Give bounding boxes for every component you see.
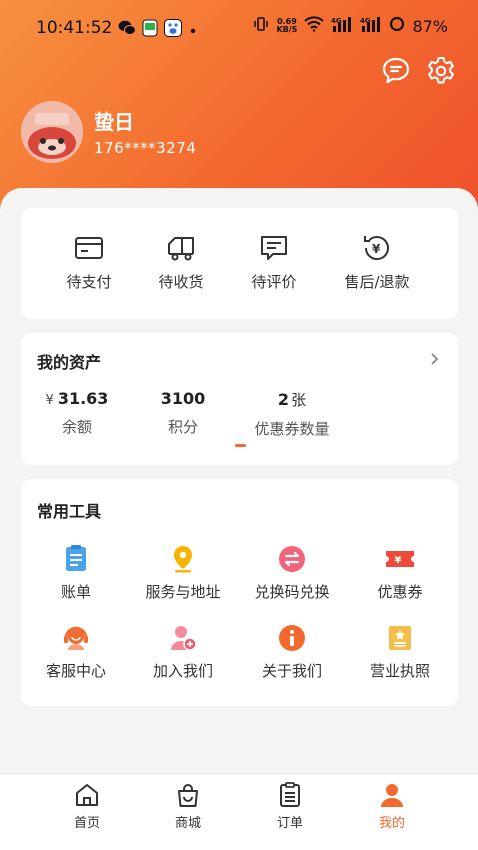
page-indicator <box>235 444 246 447</box>
user-icon <box>381 784 403 807</box>
tool-label: 优惠券 <box>377 583 423 601</box>
license-icon <box>389 626 411 650</box>
shop-bag-icon <box>178 784 198 807</box>
card-icon <box>75 237 103 259</box>
customer-service-icon <box>64 626 88 650</box>
tool-label: 兑换码兑换 <box>254 583 330 601</box>
username: 蛰日 <box>94 110 134 134</box>
settings-gear-icon[interactable] <box>425 55 457 87</box>
order-label: 待评价 <box>251 273 297 291</box>
order-label: 售后/退款 <box>344 273 410 291</box>
tool-customer-service[interactable]: 客服中心 <box>21 624 131 681</box>
tool-label: 客服中心 <box>45 662 106 680</box>
order-pending-payment[interactable]: 待支付 <box>39 234 139 292</box>
chevron-right-icon[interactable] <box>430 351 440 370</box>
asset-points[interactable]: 3100 积分 <box>147 389 219 437</box>
net-speed: 0.69 KB/S <box>276 17 298 34</box>
vibrate-icon <box>253 16 269 36</box>
tool-label: 关于我们 <box>261 662 322 680</box>
order-status-card: 待支付 待收货 待评价 ¥ 售后/退款 <box>21 208 458 319</box>
svg-text:¥: ¥ <box>372 242 381 256</box>
tool-bill[interactable]: 账单 <box>21 545 131 602</box>
nav-home[interactable]: 首页 <box>37 782 137 831</box>
assets-title: 我的资产 <box>37 353 102 372</box>
nav-orders[interactable]: 订单 <box>240 782 340 831</box>
svg-text:¥: ¥ <box>395 555 402 566</box>
order-pending-review[interactable]: 待评价 <box>224 234 324 292</box>
info-icon <box>279 625 305 651</box>
order-label: 待收货 <box>158 273 204 291</box>
iqiyi-icon <box>142 19 158 41</box>
status-time: 10:41:52 <box>36 18 113 38</box>
truck-icon <box>168 237 194 261</box>
wifi-icon <box>304 16 325 36</box>
tool-coupon[interactable]: ¥ 优惠券 <box>345 545 455 602</box>
tool-label: 账单 <box>60 583 91 601</box>
home-icon <box>76 784 98 806</box>
asset-coupons[interactable]: 2张 优惠券数量 <box>243 389 341 439</box>
notification-dot-icon <box>188 21 198 40</box>
tool-business-license[interactable]: 营业执照 <box>345 624 455 681</box>
coupon-icon: ¥ <box>386 551 414 567</box>
tool-about-us[interactable]: 关于我们 <box>237 624 347 681</box>
tool-label: 服务与地址 <box>145 583 221 601</box>
location-icon <box>174 546 192 573</box>
phone-number: 176****3274 <box>94 139 197 157</box>
refund-icon: ¥ <box>364 236 389 261</box>
bottom-navigation: 首页 商城 订单 我的 <box>0 773 478 850</box>
baidu-icon <box>164 19 182 41</box>
asset-balance[interactable]: ¥31.63 余额 <box>37 389 117 437</box>
tool-label: 加入我们 <box>152 662 213 680</box>
bill-icon <box>66 545 86 571</box>
nav-shop[interactable]: 商城 <box>138 782 238 831</box>
exchange-icon <box>279 546 305 572</box>
tool-redeem-code[interactable]: 兑换码兑换 <box>237 545 347 602</box>
tools-title: 常用工具 <box>37 502 102 521</box>
tool-join-us[interactable]: 加入我们 <box>128 624 238 681</box>
tool-service-address[interactable]: 服务与地址 <box>128 545 238 602</box>
message-icon[interactable] <box>380 55 412 87</box>
battery-percent: 87% <box>412 16 448 36</box>
order-list-icon <box>280 782 300 807</box>
avatar[interactable] <box>21 101 83 163</box>
signal-4g-2-icon: 4G <box>360 16 382 36</box>
status-notification-icons <box>118 19 198 41</box>
nav-mine[interactable]: 我的 <box>342 782 442 831</box>
wechat-icon <box>118 20 136 40</box>
order-after-sales[interactable]: ¥ 售后/退款 <box>327 234 427 292</box>
status-system-icons: 0.69 KB/S 4G 4G 87% <box>253 16 448 36</box>
tool-label: 营业执照 <box>369 662 430 680</box>
my-assets-card[interactable]: 我的资产 ¥31.63 余额 3100 积分 2张 优惠券数量 <box>21 333 458 465</box>
battery-icon <box>389 16 405 36</box>
signal-4g-1-icon: 4G <box>331 16 353 36</box>
order-pending-receipt[interactable]: 待收货 <box>131 234 231 292</box>
status-bar: 10:41:52 0.69 KB/S 4G 4G 87% <box>0 0 478 56</box>
comment-icon <box>261 236 287 260</box>
order-label: 待支付 <box>66 273 112 291</box>
add-user-icon <box>171 626 197 651</box>
common-tools-card: 常用工具 账单 服务与地址 兑换码兑换 ¥ 优惠券 客服中心 加入我们 关于我们… <box>21 479 458 706</box>
